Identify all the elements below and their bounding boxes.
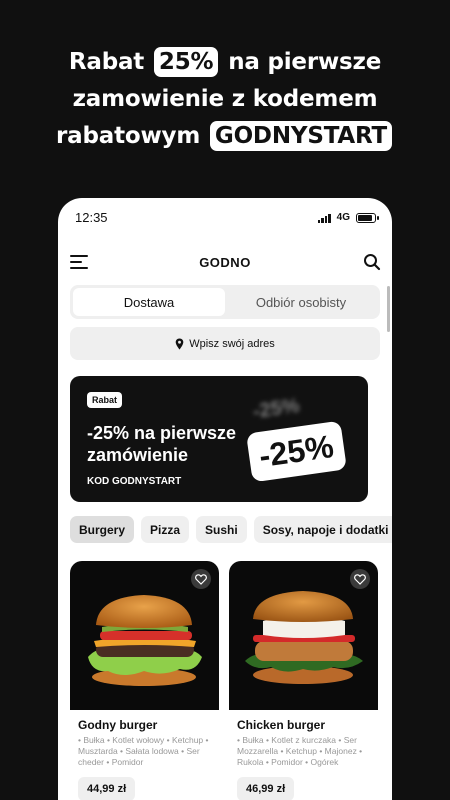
headline-line-3: rabatowym GODNYSTART <box>0 118 450 155</box>
product-name: Chicken burger <box>237 718 326 732</box>
product-price-button[interactable]: 44,99 zł <box>78 777 136 800</box>
category-burgery[interactable]: Burgery <box>70 516 135 543</box>
app-header: GODNO <box>58 252 392 276</box>
promo-headline: Rabat 25% na pierwsze zamowienie z kodem… <box>0 44 450 155</box>
heart-icon[interactable] <box>350 569 370 589</box>
headline-line-2: zamowienie z kodemem <box>72 86 378 112</box>
status-time: 12:35 <box>75 210 108 225</box>
product-card[interactable]: Chicken burger • Bułka • Kotlet z kurcza… <box>229 561 378 800</box>
product-price-button[interactable]: 46,99 zł <box>237 777 295 800</box>
signal-icon <box>317 213 331 223</box>
promo-tag: Rabat <box>87 392 123 408</box>
headline-discount-chip: 25% <box>153 47 219 77</box>
battery-icon <box>356 212 379 223</box>
category-tabs: Burgery Pizza Sushi Sosy, napoje i dodat… <box>70 516 392 543</box>
promo-title: -25% na pierwsze zamówienie <box>87 423 237 465</box>
promo-banner[interactable]: Rabat -25% na pierwsze zamówienie KOD GO… <box>70 376 368 502</box>
promo-code: KOD GODNYSTART <box>87 476 182 487</box>
status-icons: 4G <box>317 212 379 223</box>
headline-text: rabatowym <box>56 123 201 149</box>
headline-text: Rabat <box>68 49 145 75</box>
category-sosy[interactable]: Sosy, napoje i dodatki <box>253 516 392 543</box>
address-input-button[interactable]: Wpisz swój adres <box>70 327 380 360</box>
delivery-mode-toggle: Dostawa Odbiór osobisty <box>70 285 380 319</box>
promo-badge: -25% <box>246 420 347 483</box>
address-placeholder: Wpisz swój adres <box>189 337 275 350</box>
headline-code-chip: GODNYSTART <box>209 121 392 151</box>
product-description: • Bułka • Kotlet z kurczaka • Ser Mozzar… <box>237 735 363 767</box>
network-label: 4G <box>336 212 350 223</box>
product-description: • Bułka • Kotlet wołowy • Ketchup • Musz… <box>78 735 209 767</box>
tab-delivery[interactable]: Dostawa <box>73 288 225 316</box>
location-pin-icon <box>175 338 184 349</box>
product-name: Godny burger <box>78 718 158 732</box>
status-bar: 12:35 4G <box>58 210 392 226</box>
phone-screen: 12:35 4G GODNO Dostawa Odbiór osobisty W… <box>58 198 392 800</box>
promo-badge-ghost: -25% <box>251 394 301 424</box>
headline-text: na pierwsze <box>228 49 382 75</box>
headline-line-1: Rabat 25% na pierwsze <box>0 44 450 81</box>
product-card[interactable]: Godny burger • Bułka • Kotlet wołowy • K… <box>70 561 219 800</box>
category-pizza[interactable]: Pizza <box>141 516 190 543</box>
tab-pickup[interactable]: Odbiór osobisty <box>225 288 377 316</box>
heart-icon[interactable] <box>191 569 211 589</box>
product-image <box>229 561 378 710</box>
scrollbar[interactable] <box>387 286 390 332</box>
category-sushi[interactable]: Sushi <box>196 516 247 543</box>
search-icon[interactable] <box>363 253 381 271</box>
brand-title: GODNO <box>199 255 251 270</box>
product-image <box>70 561 219 710</box>
